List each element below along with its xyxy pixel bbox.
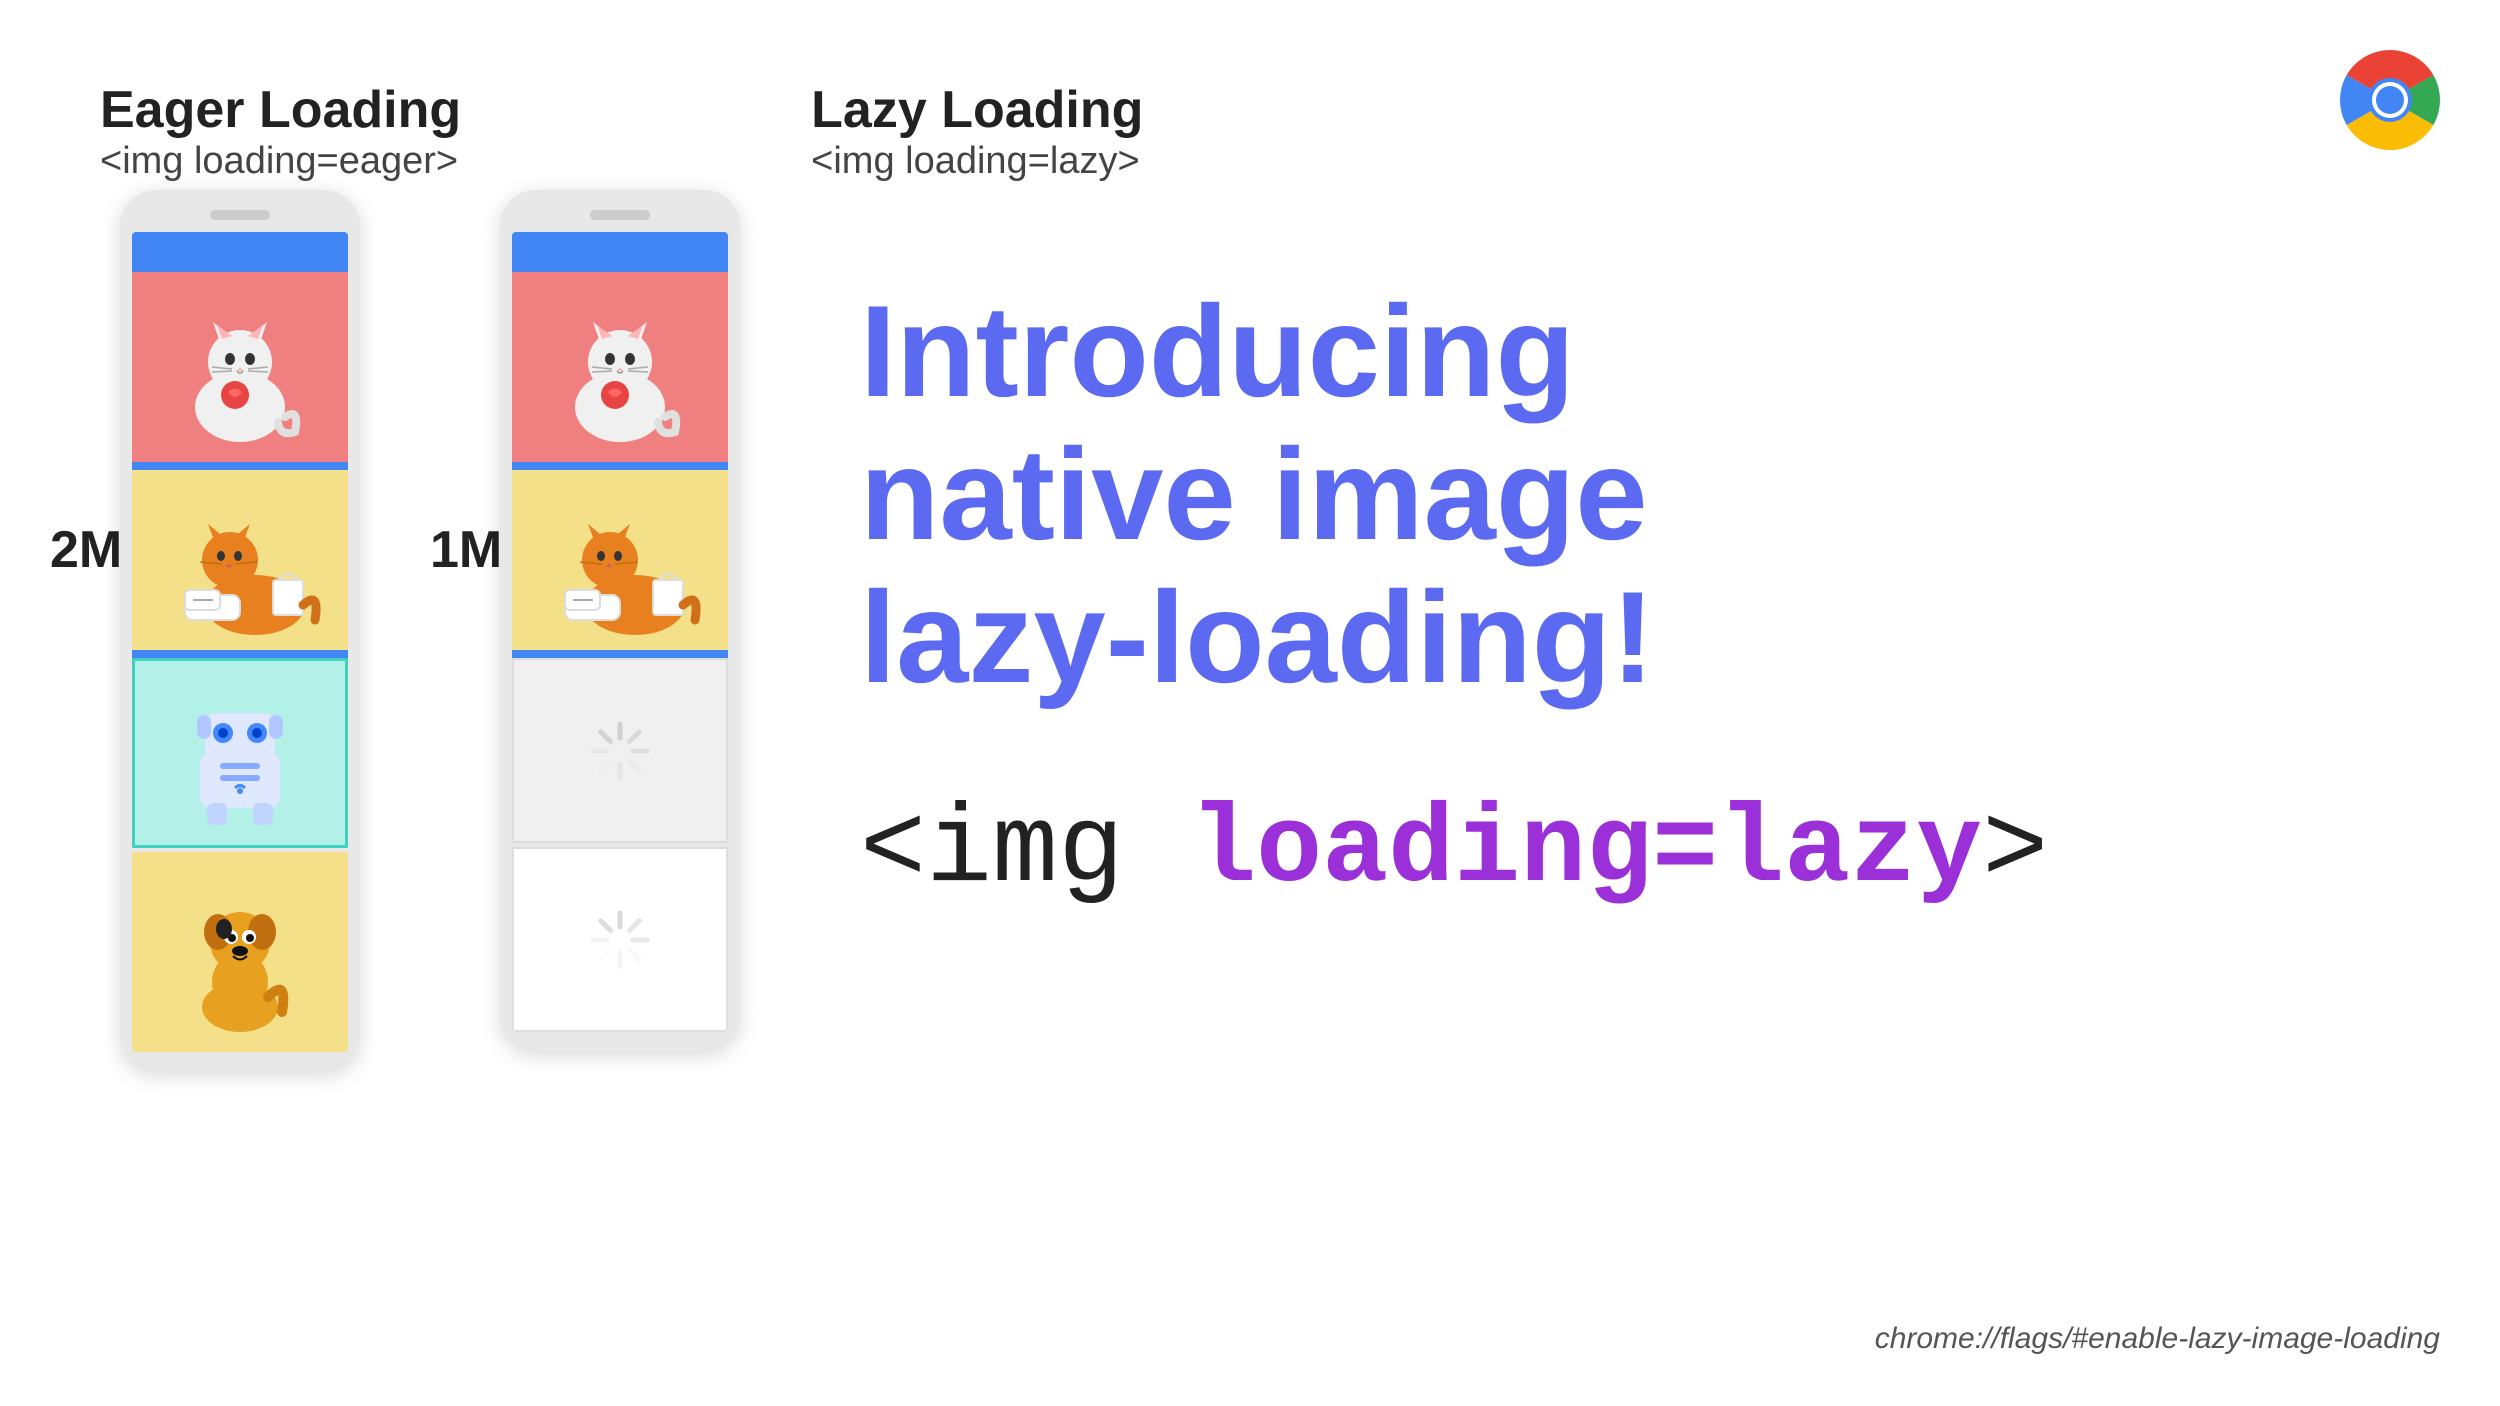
lazy-divider-2 [512, 650, 728, 658]
eager-slot-4 [132, 852, 348, 1052]
eager-divider-1 [132, 462, 348, 470]
code-snippet: <img loading=lazy> [860, 789, 2380, 914]
intro-line1: Introducing [860, 278, 1575, 424]
chrome-logo [2330, 40, 2450, 160]
lazy-phone-body [500, 190, 740, 1052]
section-labels: Eager Loading <img loading=eager> Lazy L… [100, 80, 1143, 183]
intro-line2: native image [860, 421, 1648, 567]
lazy-phone [500, 190, 740, 1052]
eager-slot-1 [132, 272, 348, 462]
eager-label-block: Eager Loading <img loading=eager> [100, 80, 461, 183]
lazy-divider-1 [512, 462, 728, 470]
lazy-title: Lazy Loading [811, 80, 1143, 140]
lazy-slot-4 [512, 847, 728, 1032]
eager-phone-body [120, 190, 360, 1072]
eager-phone [120, 190, 360, 1072]
eager-divider-2 [132, 650, 348, 658]
eager-browser-bar [132, 232, 348, 272]
eager-code: <img loading=eager> [100, 140, 461, 183]
lazy-label-block: Lazy Loading <img loading=lazy> [811, 80, 1143, 183]
lazy-slot-1 [512, 272, 728, 462]
eager-slot-3 [132, 658, 348, 848]
footnote: chrome://flags/#enable-lazy-image-loadin… [1875, 1322, 2440, 1356]
phone-notch-eager [210, 210, 270, 220]
eager-phone-screen [132, 232, 348, 1052]
lazy-slot-3 [512, 658, 728, 843]
code-prefix: <img [860, 789, 1190, 914]
intro-line3: lazy-loading! [860, 564, 1654, 710]
lazy-code: <img loading=lazy> [811, 140, 1143, 183]
lazy-slot-2 [512, 470, 728, 650]
code-highlight: loading=lazy [1190, 789, 1982, 914]
eager-title: Eager Loading [100, 80, 461, 140]
lazy-browser-bar [512, 232, 728, 272]
intro-title: Introducing native image lazy-loading! [860, 280, 2380, 709]
right-text-section: Introducing native image lazy-loading! <… [860, 280, 2380, 914]
code-suffix: > [1982, 789, 2048, 914]
eager-slot-2 [132, 470, 348, 650]
phone-notch-lazy [590, 210, 650, 220]
lazy-phone-screen [512, 232, 728, 1032]
